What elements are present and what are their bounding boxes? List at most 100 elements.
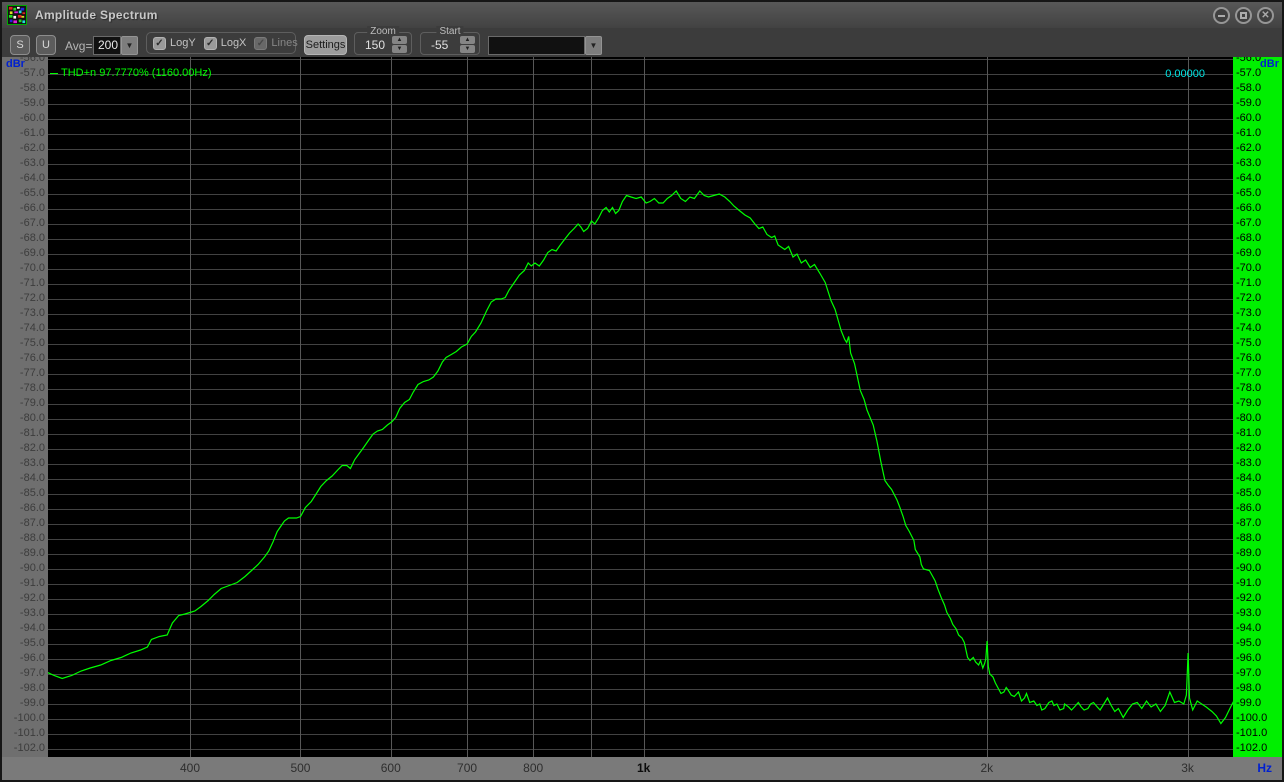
y-tick-label: -65.0 xyxy=(20,187,45,199)
y-tick-label: -74.0 xyxy=(20,322,45,334)
chevron-down-icon[interactable]: ▼ xyxy=(585,36,602,55)
y-tick-label: -65.0 xyxy=(1236,187,1261,199)
y-tick-label: -68.0 xyxy=(20,232,45,244)
logy-checkbox[interactable]: ✓ LogY xyxy=(153,37,196,50)
y-tick-label: -66.0 xyxy=(1236,202,1261,214)
title-bar[interactable]: Amplitude Spectrum ✕ xyxy=(2,2,1282,28)
y-tick-label: -61.0 xyxy=(20,127,45,139)
legend-text: THD+n 97.7770% (1160.00Hz) xyxy=(61,67,212,79)
close-button[interactable]: ✕ xyxy=(1257,7,1274,24)
y-tick-label: -72.0 xyxy=(1236,292,1261,304)
y-axis-right: dBr -56.0-57.0-58.0-59.0-60.0-61.0-62.0-… xyxy=(1233,57,1282,757)
y-tick-label: -59.0 xyxy=(1236,97,1261,109)
y-tick-label: -79.0 xyxy=(20,397,45,409)
zoom-down-icon[interactable]: ▼ xyxy=(392,45,407,53)
x-axis: Hz 4005006007008001k2k3k xyxy=(2,757,1282,780)
spectrum-curve-canvas xyxy=(48,57,1233,757)
y-tick-label: -73.0 xyxy=(20,307,45,319)
y-tick-label: -78.0 xyxy=(1236,382,1261,394)
y-tick-label: -61.0 xyxy=(1236,127,1261,139)
y-tick-label: -101.0 xyxy=(14,727,45,739)
y-tick-label: -79.0 xyxy=(1236,397,1261,409)
y-tick-label: -89.0 xyxy=(1236,547,1261,559)
y-tick-label: -67.0 xyxy=(20,217,45,229)
y-axis-unit-right: dBr xyxy=(1260,58,1279,70)
y-tick-label: -92.0 xyxy=(20,592,45,604)
x-tick-label: 800 xyxy=(523,761,543,775)
y-tick-label: -90.0 xyxy=(1236,562,1261,574)
cursor-readout: 0.00000 xyxy=(1165,68,1205,80)
checkmark-icon: ✓ xyxy=(204,37,217,50)
legend-line-icon xyxy=(50,73,58,74)
logx-label: LogX xyxy=(221,37,247,49)
y-tick-label: -75.0 xyxy=(1236,337,1261,349)
y-tick-label: -83.0 xyxy=(1236,457,1261,469)
scale-options-group: ✓ LogY ✓ LogX ✓ Lines xyxy=(146,32,296,54)
start-up-icon[interactable]: ▲ xyxy=(460,36,475,44)
close-icon: ✕ xyxy=(1261,10,1269,21)
y-tick-label: -76.0 xyxy=(20,352,45,364)
y-tick-label: -76.0 xyxy=(1236,352,1261,364)
x-tick-label: 2k xyxy=(980,761,993,775)
y-tick-label: -63.0 xyxy=(20,157,45,169)
y-axis-left: dBr -56.0-57.0-58.0-59.0-60.0-61.0-62.0-… xyxy=(2,57,48,757)
y-tick-label: -59.0 xyxy=(20,97,45,109)
y-tick-label: -84.0 xyxy=(20,472,45,484)
legend: THD+n 97.7770% (1160.00Hz) xyxy=(50,67,212,79)
y-tick-label: -89.0 xyxy=(20,547,45,559)
y-tick-label: -96.0 xyxy=(1236,652,1261,664)
y-tick-label: -90.0 xyxy=(20,562,45,574)
maximize-button[interactable] xyxy=(1235,7,1252,24)
y-tick-label: -88.0 xyxy=(20,532,45,544)
y-tick-label: -86.0 xyxy=(20,502,45,514)
y-tick-label: -60.0 xyxy=(20,112,45,124)
app-icon xyxy=(7,5,27,25)
avg-value: 200 xyxy=(93,36,121,55)
checkmark-icon: ✓ xyxy=(153,37,166,50)
y-tick-label: -100.0 xyxy=(1236,712,1267,724)
u-button[interactable]: U xyxy=(36,35,56,55)
y-tick-label: -80.0 xyxy=(20,412,45,424)
y-tick-label: -99.0 xyxy=(20,697,45,709)
avg-dropdown[interactable]: 200 ▼ xyxy=(93,36,138,55)
preset-dropdown[interactable]: ▼ xyxy=(488,36,602,55)
y-tick-label: -68.0 xyxy=(1236,232,1261,244)
zoom-up-icon[interactable]: ▲ xyxy=(392,36,407,44)
s-button[interactable]: S xyxy=(10,35,30,55)
y-tick-label: -56.0 xyxy=(20,57,45,64)
y-tick-label: -97.0 xyxy=(20,667,45,679)
x-tick-label: 500 xyxy=(290,761,310,775)
logx-checkbox[interactable]: ✓ LogX xyxy=(204,37,247,50)
toolbar: S U Avg= 200 ▼ ✓ LogY ✓ LogX ✓ Lines Set… xyxy=(2,28,1282,57)
y-tick-label: -56.0 xyxy=(1236,57,1261,64)
y-tick-label: -57.0 xyxy=(1236,67,1261,79)
chevron-down-icon[interactable]: ▼ xyxy=(121,36,138,55)
x-tick-label: 600 xyxy=(381,761,401,775)
minimize-button[interactable] xyxy=(1213,7,1230,24)
start-down-icon[interactable]: ▼ xyxy=(460,45,475,53)
y-tick-label: -81.0 xyxy=(20,427,45,439)
x-tick-label: 700 xyxy=(457,761,477,775)
y-tick-label: -92.0 xyxy=(1236,592,1261,604)
y-tick-label: -57.0 xyxy=(20,67,45,79)
y-tick-label: -86.0 xyxy=(1236,502,1261,514)
y-tick-label: -78.0 xyxy=(20,382,45,394)
y-tick-label: -71.0 xyxy=(20,277,45,289)
x-axis-unit: Hz xyxy=(1257,761,1272,775)
y-tick-label: -64.0 xyxy=(1236,172,1261,184)
y-tick-label: -87.0 xyxy=(1236,517,1261,529)
y-tick-label: -58.0 xyxy=(20,82,45,94)
y-tick-label: -58.0 xyxy=(1236,82,1261,94)
spectrum-plot[interactable]: THD+n 97.7770% (1160.00Hz) 0.00000 xyxy=(48,57,1233,757)
y-tick-label: -60.0 xyxy=(1236,112,1261,124)
logy-label: LogY xyxy=(170,37,196,49)
y-tick-label: -98.0 xyxy=(1236,682,1261,694)
y-tick-label: -77.0 xyxy=(20,367,45,379)
y-tick-label: -97.0 xyxy=(1236,667,1261,679)
y-tick-label: -75.0 xyxy=(20,337,45,349)
y-tick-label: -73.0 xyxy=(1236,307,1261,319)
x-tick-label: 1k xyxy=(637,761,650,775)
zoom-spinner-group: Zoom 150 ▲ ▼ xyxy=(354,32,412,55)
y-tick-label: -101.0 xyxy=(1236,727,1267,739)
settings-button[interactable]: Settings xyxy=(304,35,347,55)
